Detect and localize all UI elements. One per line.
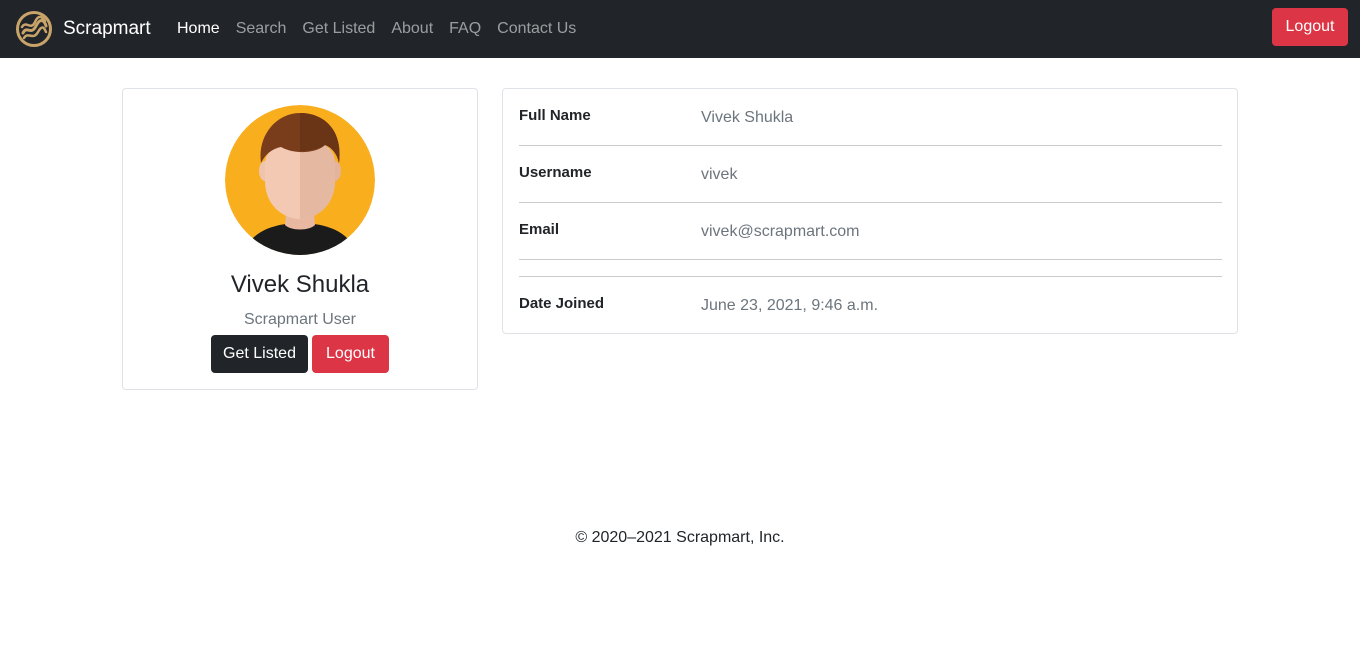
nav-links: Home Search Get Listed About FAQ Contact… [169, 0, 584, 58]
date-joined-label: Date Joined [519, 295, 605, 312]
profile-logout-button[interactable]: Logout [312, 335, 389, 373]
brand-link[interactable]: Scrapmart [15, 10, 151, 48]
scrapmart-logo-icon [16, 11, 52, 47]
nav-link-contact-us[interactable]: Contact Us [489, 20, 584, 38]
profile-role: Scrapmart User [243, 311, 357, 328]
brand-name: Scrapmart [63, 18, 151, 39]
full-name-label: Full Name [519, 107, 591, 124]
get-listed-button[interactable]: Get Listed [211, 335, 308, 373]
profile-card: Vivek Shukla Scrapmart User Get Listed L… [122, 88, 478, 390]
footer-copyright: © 2020–2021 Scrapmart, Inc. [575, 529, 785, 546]
profile-actions: Get Listed Logout [211, 335, 389, 373]
full-name-value: Vivek Shukla [701, 109, 794, 126]
nav-link-faq[interactable]: FAQ [441, 20, 489, 38]
nav-link-search[interactable]: Search [228, 20, 295, 38]
details-card: Full Name Vivek Shukla Username vivek Em… [502, 88, 1238, 334]
nav-link-get-listed[interactable]: Get Listed [294, 20, 383, 38]
email-label: Email [519, 221, 560, 238]
divider [519, 202, 1222, 203]
navbar: Scrapmart Home Search Get Listed About F… [0, 0, 1360, 58]
divider [519, 276, 1222, 277]
nav-link-home[interactable]: Home [169, 20, 228, 38]
username-value: vivek [701, 166, 738, 183]
date-joined-value: June 23, 2021, 9:46 a.m. [701, 297, 879, 314]
divider [519, 259, 1222, 260]
navbar-logout-button[interactable]: Logout [1272, 8, 1348, 46]
divider [519, 145, 1222, 146]
avatar [225, 105, 375, 255]
email-value: vivek@scrapmart.com [701, 223, 860, 240]
username-label: Username [519, 164, 592, 181]
profile-name: Vivek Shukla [230, 271, 370, 298]
nav-link-about[interactable]: About [383, 20, 441, 38]
